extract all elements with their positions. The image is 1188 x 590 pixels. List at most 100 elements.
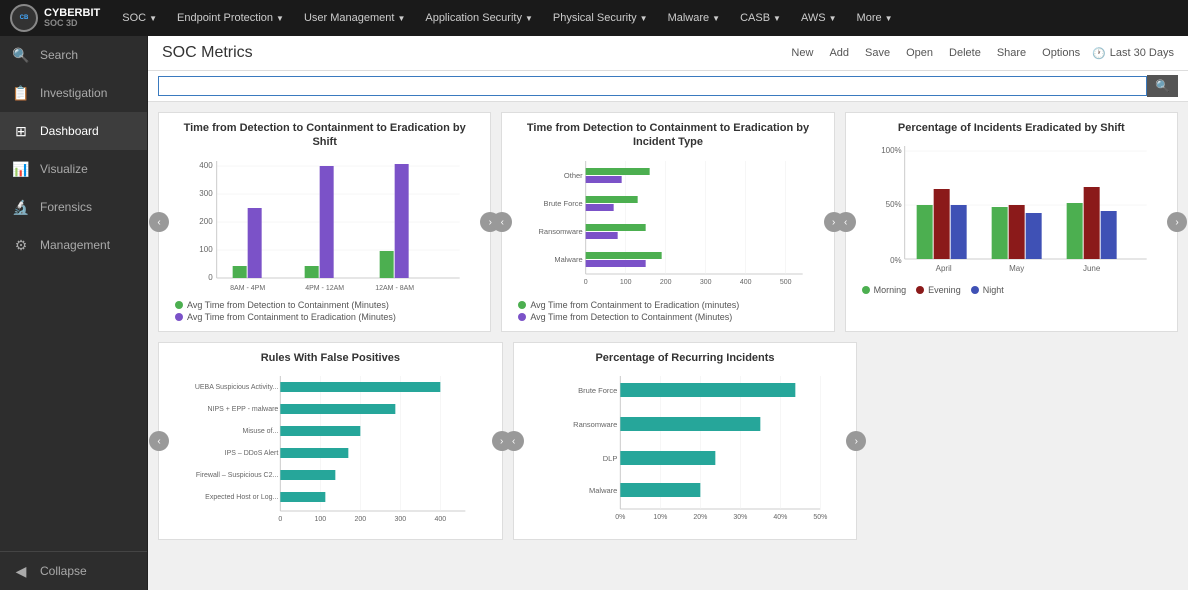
chart-time-by-shift: ‹ Time from Detection to Containment to … — [158, 112, 491, 332]
chart1-legend: Avg Time from Detection to Containment (… — [175, 300, 474, 322]
nav-more[interactable]: More ▼ — [849, 0, 901, 36]
svg-text:50%: 50% — [813, 514, 827, 521]
delete-button[interactable]: Delete — [945, 45, 985, 61]
svg-text:200: 200 — [660, 279, 672, 286]
svg-text:0: 0 — [584, 279, 588, 286]
legend-item: Avg Time from Detection to Containment (… — [175, 300, 474, 310]
svg-text:Brute Force: Brute Force — [578, 386, 617, 395]
svg-text:100: 100 — [620, 279, 632, 286]
svg-text:April: April — [935, 264, 951, 273]
svg-text:Misuse of...: Misuse of... — [243, 428, 279, 435]
chart-false-positives: ‹ Rules With False Positives UEBA Suspic… — [158, 342, 503, 540]
svg-text:300: 300 — [394, 516, 406, 523]
legend-dot-green — [175, 301, 183, 309]
collapse-icon: ◀ — [12, 562, 30, 580]
nav-user-mgmt[interactable]: User Management ▼ — [296, 0, 413, 36]
sidebar-item-forensics[interactable]: 🔬 Forensics — [0, 188, 147, 226]
logo-icon: CB — [10, 4, 38, 32]
svg-text:Brute Force: Brute Force — [544, 199, 583, 208]
svg-text:0: 0 — [208, 273, 213, 282]
svg-text:400: 400 — [434, 516, 446, 523]
sidebar: 🔍 Search 📋 Investigation ⊞ Dashboard 📊 V… — [0, 36, 148, 590]
chart3-prev[interactable]: ‹ — [836, 212, 856, 232]
legend-item-evening: Evening — [916, 285, 961, 295]
last-days: 🕐 Last 30 Days — [1092, 47, 1174, 60]
nav-endpoint[interactable]: Endpoint Protection ▼ — [169, 0, 292, 36]
chart3-title: Percentage of Incidents Eradicated by Sh… — [862, 121, 1161, 135]
legend-item: Avg Time from Containment to Eradication… — [518, 300, 817, 310]
chart3-legend: Morning Evening Night — [862, 285, 1161, 295]
sidebar-item-search[interactable]: 🔍 Search — [0, 36, 147, 74]
sidebar-item-visualize[interactable]: 📊 Visualize — [0, 150, 147, 188]
svg-text:DLP: DLP — [602, 454, 617, 463]
search-bar: 🔍 — [148, 71, 1188, 102]
nav-app-security[interactable]: Application Security ▼ — [417, 0, 541, 36]
search-icon: 🔍 — [12, 46, 30, 64]
legend-dot-purple — [175, 313, 183, 321]
svg-text:100: 100 — [314, 516, 326, 523]
charts-area: ‹ Time from Detection to Containment to … — [148, 102, 1188, 550]
sidebar-collapse[interactable]: ◀ Collapse — [0, 552, 147, 590]
options-button[interactable]: Options — [1038, 45, 1084, 61]
save-button[interactable]: Save — [861, 45, 894, 61]
nav-soc[interactable]: SOC ▼ — [114, 0, 165, 36]
nav-casb[interactable]: CASB ▼ — [732, 0, 789, 36]
legend-item: Avg Time from Containment to Eradication… — [175, 312, 474, 322]
chart2-prev[interactable]: ‹ — [492, 212, 512, 232]
svg-text:12AM - 8AM: 12AM - 8AM — [375, 285, 414, 292]
logo: CB CYBERBIT SOC 3D — [10, 4, 100, 32]
chart5-prev[interactable]: ‹ — [504, 431, 524, 451]
main-layout: 🔍 Search 📋 Investigation ⊞ Dashboard 📊 V… — [0, 36, 1188, 590]
add-button[interactable]: Add — [825, 45, 853, 61]
svg-text:500: 500 — [780, 279, 792, 286]
content-header: SOC Metrics New Add Save Open Delete Sha… — [148, 36, 1188, 71]
svg-text:0%: 0% — [615, 514, 625, 521]
svg-text:4PM - 12AM: 4PM - 12AM — [305, 285, 344, 292]
chart-time-by-incident: ‹ Time from Detection to Containment to … — [501, 112, 834, 332]
chart1-prev[interactable]: ‹ — [149, 212, 169, 232]
chart2-svg: Other Brute Force Ransomware Malware — [518, 156, 817, 296]
svg-text:400: 400 — [740, 279, 752, 286]
chart1-container: 400 300 200 100 0 — [175, 156, 474, 296]
forensics-icon: 🔬 — [12, 198, 30, 216]
search-button[interactable]: 🔍 — [1147, 75, 1178, 97]
charts-row-1: ‹ Time from Detection to Containment to … — [158, 112, 1178, 332]
nav-physical-security[interactable]: Physical Security ▼ — [545, 0, 656, 36]
chart3-svg: 100% 50% 0% — [862, 141, 1161, 281]
legend-item: Avg Time from Detection to Containment (… — [518, 312, 817, 322]
svg-text:20%: 20% — [693, 514, 707, 521]
svg-text:10%: 10% — [653, 514, 667, 521]
open-button[interactable]: Open — [902, 45, 937, 61]
svg-text:40%: 40% — [773, 514, 787, 521]
share-button[interactable]: Share — [993, 45, 1030, 61]
chart-empty — [867, 342, 1178, 540]
legend-item-night: Night — [971, 285, 1004, 295]
chart4-prev[interactable]: ‹ — [149, 431, 169, 451]
legend-item-morning: Morning — [862, 285, 907, 295]
chart-pct-eradicated: ‹ Percentage of Incidents Eradicated by … — [845, 112, 1178, 332]
chart5-svg: Brute Force Ransomware DLP Malware — [530, 371, 841, 531]
chart3-next[interactable]: › — [1167, 212, 1187, 232]
new-button[interactable]: New — [787, 45, 817, 61]
chart2-legend: Avg Time from Containment to Eradication… — [518, 300, 817, 322]
charts-row-2: ‹ Rules With False Positives UEBA Suspic… — [158, 342, 1178, 540]
chart4-svg: UEBA Suspicious Activity... NIPS + EPP -… — [175, 371, 486, 531]
svg-text:May: May — [1009, 264, 1024, 273]
chart5-next[interactable]: › — [846, 431, 866, 451]
legend-dot-red — [916, 286, 924, 294]
chart-recurring: ‹ Percentage of Recurring Incidents Brut… — [513, 342, 858, 540]
svg-text:Malware: Malware — [589, 486, 617, 495]
chart1-svg: 400 300 200 100 0 — [175, 156, 474, 296]
nav-aws[interactable]: AWS ▼ — [793, 0, 845, 36]
svg-text:Ransomware: Ransomware — [539, 227, 583, 236]
sidebar-item-investigation[interactable]: 📋 Investigation — [0, 74, 147, 112]
search-input[interactable] — [158, 76, 1147, 96]
legend-dot-blue — [971, 286, 979, 294]
svg-text:UEBA Suspicious Activity...: UEBA Suspicious Activity... — [195, 384, 279, 391]
sidebar-item-dashboard[interactable]: ⊞ Dashboard — [0, 112, 147, 150]
sidebar-item-management[interactable]: ⚙ Management — [0, 226, 147, 264]
legend-dot-purple — [518, 313, 526, 321]
svg-text:June: June — [1083, 264, 1101, 273]
dashboard-icon: ⊞ — [12, 122, 30, 140]
nav-malware[interactable]: Malware ▼ — [660, 0, 729, 36]
